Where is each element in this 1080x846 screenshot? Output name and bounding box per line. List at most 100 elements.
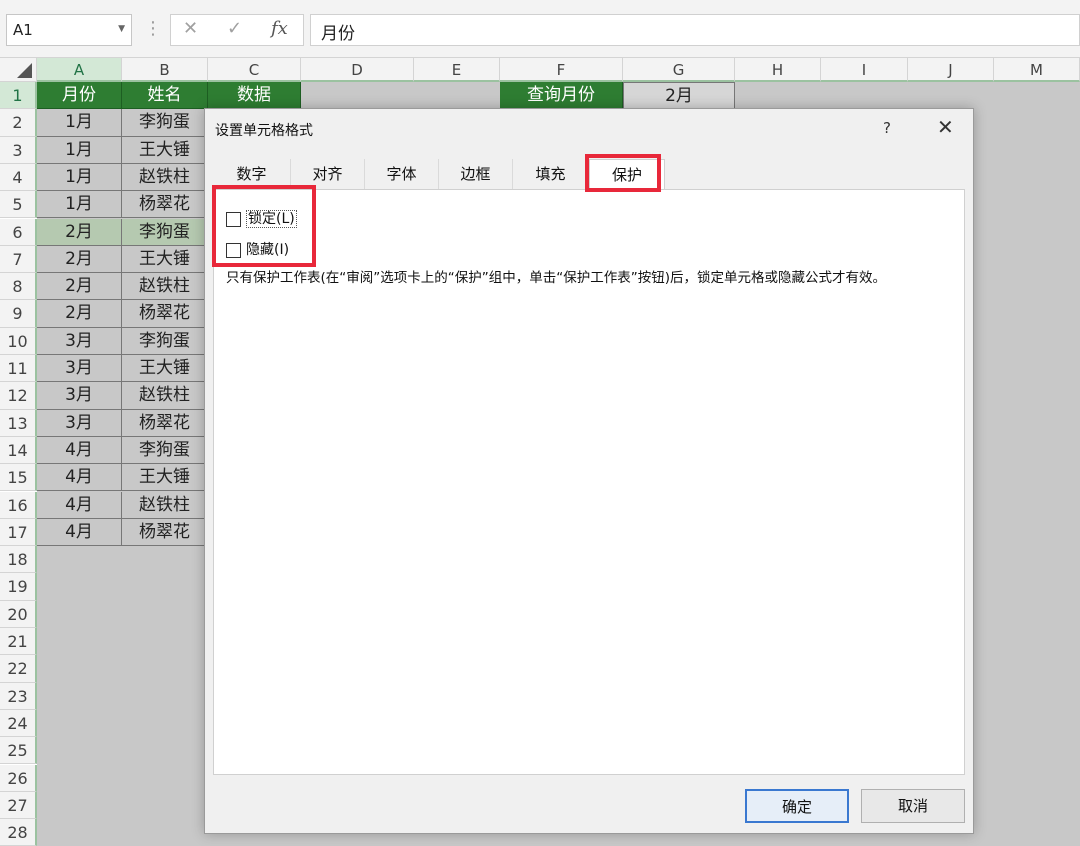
cell-b4[interactable]: 赵铁柱 [122, 163, 208, 192]
row-header-26[interactable]: 26 [0, 764, 37, 792]
help-button[interactable]: ? [883, 119, 891, 137]
cell-b11[interactable]: 王大锤 [122, 355, 208, 383]
row-header-25[interactable]: 25 [0, 737, 37, 765]
row-header-3[interactable]: 3 [0, 136, 37, 164]
cell-a1[interactable]: 月份 [37, 82, 122, 110]
cell-b15[interactable]: 王大锤 [122, 464, 208, 492]
select-all-icon [17, 63, 32, 78]
row-header-13[interactable]: 13 [0, 409, 37, 437]
insert-function-icon[interactable]: fx [271, 18, 288, 39]
chevron-down-icon[interactable]: ▼ [118, 24, 125, 34]
tab-font[interactable]: 字体 [365, 159, 439, 189]
cell-b9[interactable]: 杨翠花 [122, 300, 208, 328]
row-header-15[interactable]: 15 [0, 464, 37, 492]
cancel-button[interactable]: 取消 [861, 789, 965, 823]
row-header-11[interactable]: 11 [0, 355, 37, 383]
row-header-1[interactable]: 1 [0, 82, 37, 110]
cell-a9[interactable]: 2月 [37, 300, 122, 328]
cell-b3[interactable]: 王大锤 [122, 136, 208, 164]
cell-g1[interactable]: 2月 [623, 82, 735, 110]
formula-input[interactable]: 月份 [310, 14, 1080, 46]
cell-a8[interactable]: 2月 [37, 273, 122, 301]
cell-a13[interactable]: 3月 [37, 409, 122, 437]
more-options-icon[interactable]: ⋮ [144, 18, 162, 39]
cell-a16[interactable]: 4月 [37, 491, 122, 519]
row-header-5[interactable]: 5 [0, 191, 37, 219]
column-header-h[interactable]: H [735, 58, 821, 82]
row-header-14[interactable]: 14 [0, 436, 37, 465]
cancel-edit-icon[interactable]: ✕ [183, 18, 198, 39]
row-header-2[interactable]: 2 [0, 109, 37, 137]
cell-a12[interactable]: 3月 [37, 382, 122, 410]
cell-a7[interactable]: 2月 [37, 245, 122, 274]
column-header-b[interactable]: B [122, 58, 208, 82]
row-header-6[interactable]: 6 [0, 218, 37, 246]
tab-fill[interactable]: 填充 [513, 159, 589, 189]
cell-b13[interactable]: 杨翠花 [122, 409, 208, 437]
column-header-c[interactable]: C [208, 58, 301, 82]
column-header-m[interactable]: M [994, 58, 1080, 82]
row-header-18[interactable]: 18 [0, 546, 37, 574]
select-all-button[interactable] [0, 58, 37, 82]
column-header-i[interactable]: I [821, 58, 908, 82]
cell-a11[interactable]: 3月 [37, 355, 122, 383]
row-header-10[interactable]: 10 [0, 327, 37, 355]
column-header-d[interactable]: D [301, 58, 414, 82]
row-headers: 1 2 3 4 5 6 7 8 9 10 11 12 13 14 15 16 17 18 19 20 21 22 23 24 2… [0, 82, 37, 846]
name-box[interactable]: A1 ▼ [6, 14, 132, 46]
cell-a14[interactable]: 4月 [37, 436, 122, 465]
cell-a4[interactable]: 1月 [37, 163, 122, 192]
cell-b12[interactable]: 赵铁柱 [122, 382, 208, 410]
format-cells-dialog: 设置单元格格式 ? ✕ 数字 对齐 字体 边框 填充 保护 锁定(L) 隐藏(I… [204, 108, 974, 834]
cell-b2[interactable]: 李狗蛋 [122, 109, 208, 137]
row-header-27[interactable]: 27 [0, 791, 37, 820]
row-header-16[interactable]: 16 [0, 491, 37, 519]
column-header-j[interactable]: J [908, 58, 994, 82]
cell-f1[interactable]: 查询月份 [500, 82, 623, 110]
tab-border[interactable]: 边框 [439, 159, 513, 189]
cell-a2[interactable]: 1月 [37, 109, 122, 137]
row-header-21[interactable]: 21 [0, 628, 37, 656]
column-headers: A B C D E F G H I J M [0, 58, 1080, 82]
protection-note: 只有保护工作表(在“审阅”选项卡上的“保护”组中，单击“保护工作表”按钮)后，锁… [226, 270, 886, 286]
cell-b16[interactable]: 赵铁柱 [122, 491, 208, 519]
cell-b1[interactable]: 姓名 [122, 82, 208, 110]
close-button[interactable]: ✕ [937, 115, 954, 139]
row-header-20[interactable]: 20 [0, 600, 37, 628]
column-header-e[interactable]: E [414, 58, 500, 82]
row-header-28[interactable]: 28 [0, 819, 37, 846]
row-header-8[interactable]: 8 [0, 273, 37, 301]
cell-a10[interactable]: 3月 [37, 327, 122, 355]
row-header-4[interactable]: 4 [0, 163, 37, 192]
cell-b14[interactable]: 李狗蛋 [122, 436, 208, 465]
row-header-23[interactable]: 23 [0, 682, 37, 710]
name-box-value: A1 [13, 21, 33, 39]
row-header-24[interactable]: 24 [0, 709, 37, 738]
formula-buttons: ✕ ✓ fx [170, 14, 304, 46]
column-header-f[interactable]: F [500, 58, 623, 82]
row-header-17[interactable]: 17 [0, 518, 37, 547]
cell-b6[interactable]: 李狗蛋 [122, 218, 208, 246]
cell-b17[interactable]: 杨翠花 [122, 518, 208, 547]
dialog-title: 设置单元格格式 [215, 123, 313, 139]
column-header-g[interactable]: G [623, 58, 735, 82]
row-header-19[interactable]: 19 [0, 573, 37, 601]
row-header-9[interactable]: 9 [0, 300, 37, 328]
formula-bar: A1 ▼ ⋮ ✕ ✓ fx 月份 [0, 0, 1080, 58]
row-header-22[interactable]: 22 [0, 655, 37, 683]
confirm-edit-icon[interactable]: ✓ [227, 18, 242, 39]
column-header-a[interactable]: A [37, 58, 122, 82]
ok-button[interactable]: 确定 [745, 789, 849, 823]
cell-a17[interactable]: 4月 [37, 518, 122, 547]
cell-a6[interactable]: 2月 [37, 218, 122, 246]
cell-b5[interactable]: 杨翠花 [122, 191, 208, 219]
row-header-12[interactable]: 12 [0, 382, 37, 410]
cell-a5[interactable]: 1月 [37, 191, 122, 219]
cell-c1[interactable]: 数据 [208, 82, 301, 110]
cell-a3[interactable]: 1月 [37, 136, 122, 164]
cell-b7[interactable]: 王大锤 [122, 245, 208, 274]
cell-b8[interactable]: 赵铁柱 [122, 273, 208, 301]
row-header-7[interactable]: 7 [0, 245, 37, 274]
cell-b10[interactable]: 李狗蛋 [122, 327, 208, 355]
cell-a15[interactable]: 4月 [37, 464, 122, 492]
